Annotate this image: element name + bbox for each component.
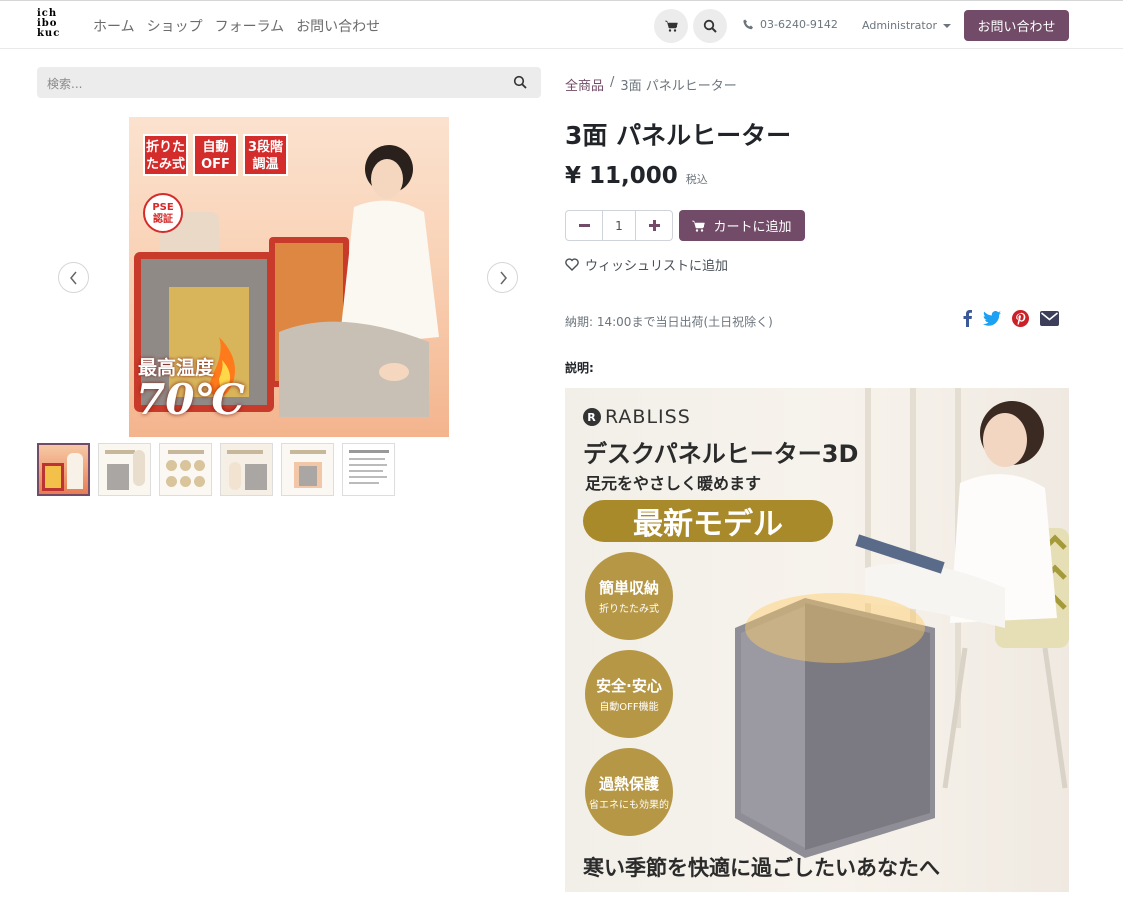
breadcrumb: 全商品 / 3面 パネルヒーター — [565, 75, 737, 94]
contact-us-button[interactable]: お問い合わせ — [964, 10, 1069, 41]
pse-badge: PSE 認証 — [143, 193, 183, 233]
cart-button[interactable] — [654, 9, 688, 43]
gallery-next-button[interactable] — [487, 262, 518, 293]
tag-foldable: 折りた たみ式 — [143, 134, 188, 176]
max-temp-value: 70℃ — [136, 375, 245, 424]
breadcrumb-all-products[interactable]: 全商品 — [565, 75, 604, 94]
thumbnail[interactable] — [159, 443, 212, 496]
search-button[interactable] — [693, 9, 727, 43]
pinterest-icon[interactable] — [1012, 309, 1029, 327]
nav-shop[interactable]: ショップ — [147, 16, 203, 36]
plus-icon — [648, 220, 660, 231]
quantity-decrease-button[interactable] — [566, 211, 602, 240]
nav-home[interactable]: ホーム — [93, 16, 135, 36]
heart-icon — [565, 258, 579, 271]
description-label: 説明: — [565, 361, 594, 375]
price-amount: ¥ 11,000 — [565, 163, 678, 189]
description-banner-image: R RABLISS デスクパネルヒーター3D 足元をやさしく暖めます 最新モデル… — [565, 388, 1069, 892]
tag-3-levels: 3段階 調温 — [243, 134, 288, 176]
quantity-stepper: 1 — [565, 210, 673, 241]
add-to-cart-button[interactable]: カートに追加 — [679, 210, 805, 241]
chevron-left-icon — [69, 271, 77, 284]
facebook-icon[interactable] — [963, 309, 972, 327]
cart-icon — [664, 20, 678, 32]
banner-heading: デスクパネルヒーター3D — [583, 440, 859, 468]
breadcrumb-separator: / — [610, 75, 615, 90]
feature-badge: 過熱保護 省エネにも効果的 — [585, 748, 673, 836]
thumbnail[interactable] — [220, 443, 273, 496]
nav-contact[interactable]: お問い合わせ — [296, 16, 380, 36]
caret-down-icon — [943, 23, 951, 28]
search-icon — [703, 19, 717, 33]
twitter-icon[interactable] — [983, 310, 1001, 326]
add-to-wishlist-link[interactable]: ウィッシュリストに追加 — [565, 255, 728, 274]
feature-tags: 折りた たみ式 自動 OFF 3段階 調温 — [143, 134, 288, 176]
quantity-increase-button[interactable] — [636, 211, 672, 240]
thumbnail[interactable] — [281, 443, 334, 496]
latest-model-pill: 最新モデル — [583, 500, 833, 542]
phone-number[interactable]: 03-6240-9142 — [743, 18, 838, 31]
main-nav: ホーム ショップ フォーラム お問い合わせ — [93, 16, 380, 36]
product-price: ¥ 11,000 税込 — [565, 163, 708, 189]
user-menu[interactable]: Administrator — [862, 19, 951, 32]
email-icon[interactable] — [1040, 310, 1059, 326]
minus-icon — [578, 224, 590, 227]
brand-mark-icon: R — [583, 408, 601, 426]
site-logo[interactable]: ich ibo kuc — [37, 9, 70, 42]
thumbnail-strip — [37, 443, 395, 496]
brand-logo: R RABLISS — [583, 406, 691, 428]
chevron-right-icon — [499, 271, 507, 284]
feature-badge: 安全·安心 自動OFF機能 — [585, 650, 673, 738]
banner-footer-text: 寒い季節を快適に過ごしたいあなたへ — [583, 856, 940, 880]
tag-auto-off: 自動 OFF — [193, 134, 238, 176]
quantity-input[interactable]: 1 — [602, 211, 636, 240]
product-search-bar[interactable]: 検索... — [37, 67, 541, 98]
product-main-image: 折りた たみ式 自動 OFF 3段階 調温 PSE 認証 最高温度 70℃ — [129, 117, 449, 437]
top-navbar: ich ibo kuc ホーム ショップ フォーラム お問い合わせ 03-624… — [0, 0, 1123, 49]
delivery-info: 納期: 14:00まで当日出荷(土日祝除く) — [565, 315, 773, 329]
product-title: 3面 パネルヒーター — [565, 121, 792, 150]
thumbnail[interactable] — [342, 443, 395, 496]
search-icon[interactable] — [513, 75, 527, 89]
thumbnail[interactable] — [98, 443, 151, 496]
share-buttons — [963, 309, 1059, 327]
feature-badge: 簡単収納 折りたたみ式 — [585, 552, 673, 640]
nav-forum[interactable]: フォーラム — [215, 16, 285, 36]
thumbnail[interactable] — [37, 443, 90, 496]
banner-subheading: 足元をやさしく暖めます — [585, 474, 762, 493]
phone-icon — [743, 19, 753, 30]
tax-note: 税込 — [685, 173, 708, 186]
search-input[interactable]: 検索... — [47, 75, 82, 92]
breadcrumb-current: 3面 パネルヒーター — [620, 79, 737, 94]
gallery-prev-button[interactable] — [58, 262, 89, 293]
cart-icon — [692, 220, 706, 232]
